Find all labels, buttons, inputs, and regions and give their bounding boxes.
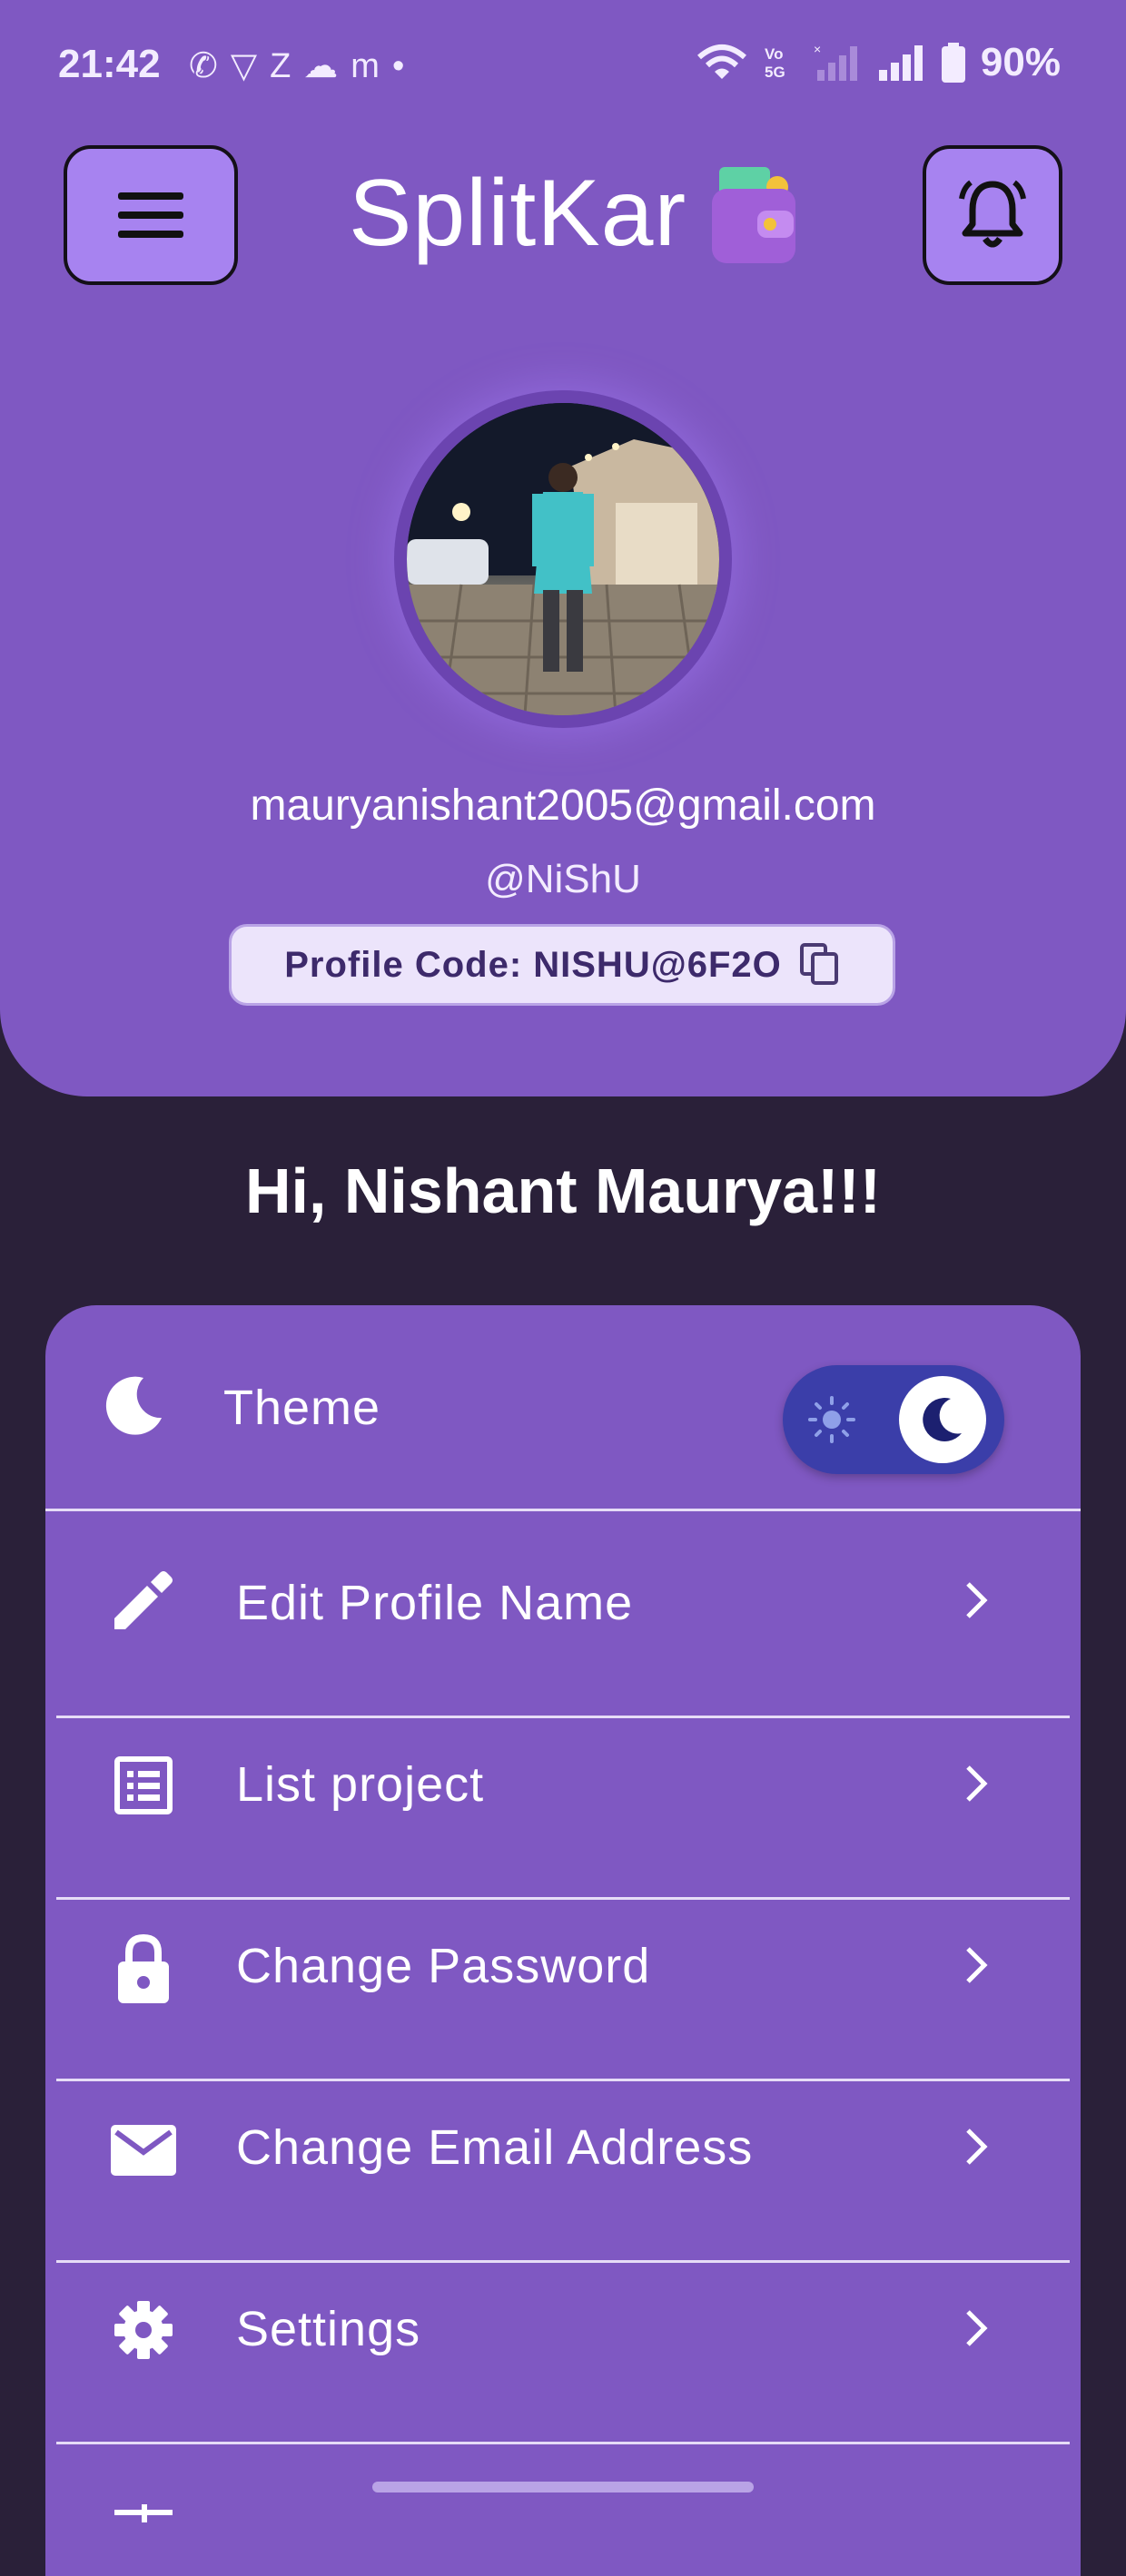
- home-indicator[interactable]: [372, 2482, 754, 2492]
- piggy-icon: ☁: [303, 47, 351, 85]
- status-bar: 21:42 ✆▽Z☁m• Vo 5G × 90%: [0, 36, 1126, 100]
- svg-text:Vo: Vo: [765, 45, 783, 63]
- chevron-right-icon: [966, 1582, 988, 1618]
- greeting-text: Hi, Nishant Maurya!!!: [244, 1155, 882, 1226]
- profile-code-text: Profile Code: NISHU@6F2O: [284, 944, 782, 985]
- wifi-icon: [696, 44, 746, 79]
- theme-toggle[interactable]: [783, 1365, 1004, 1474]
- menu-item-change-password[interactable]: Change Password: [45, 1900, 1081, 2079]
- menu-item-label: List project: [236, 1757, 485, 1812]
- hamburger-menu-icon: [118, 192, 183, 238]
- whatsapp-icon: ✆: [189, 47, 231, 85]
- signal-off-icon: ×: [814, 43, 857, 81]
- svg-text:5G: 5G: [765, 64, 785, 81]
- menu-item-label: Change Email Address: [236, 2120, 754, 2175]
- zomato-z-icon: Z: [270, 47, 304, 85]
- system-icons: Vo 5G × 90%: [696, 40, 1061, 85]
- theme-label: Theme: [223, 1381, 381, 1435]
- chevron-right-icon: [966, 2310, 988, 2346]
- notifications-button[interactable]: [923, 145, 1062, 285]
- list-icon: [114, 1756, 173, 1814]
- battery-percent: 90%: [980, 40, 1061, 84]
- toggle-knob: [899, 1376, 986, 1463]
- notification-bell-icon: [959, 180, 1026, 248]
- theme-row: Theme: [45, 1305, 1081, 1509]
- menu-item-change-email[interactable]: Change Email Address: [45, 2081, 1081, 2261]
- signal-icon: [878, 45, 923, 81]
- volte-icon: Vo 5G: [765, 45, 785, 81]
- menu-item-label: Edit Profile Name: [236, 1576, 634, 1630]
- copy-icon[interactable]: [799, 943, 840, 987]
- sun-icon: [808, 1396, 855, 1443]
- chevron-right-icon: [966, 2129, 988, 2165]
- app-title: SplitKar: [349, 161, 687, 266]
- avatar[interactable]: [407, 403, 719, 715]
- moon-icon: [105, 1376, 162, 1435]
- battery-icon: [941, 43, 965, 83]
- notification-icons: ✆▽Z☁m•: [189, 45, 417, 86]
- menu-button[interactable]: [64, 145, 238, 285]
- pencil-icon: [114, 1571, 173, 1629]
- menu-item-settings[interactable]: Settings: [45, 2263, 1081, 2443]
- menu-item-partial[interactable]: [45, 2444, 1081, 2553]
- menu-item-label: Settings: [236, 2302, 421, 2356]
- mail-icon: [111, 2125, 176, 2176]
- profile-email: mauryanishant2005@gmail.com: [250, 782, 876, 830]
- wallet-icon: [712, 167, 795, 263]
- profile-code-chip[interactable]: Profile Code: NISHU@6F2O: [229, 924, 895, 1006]
- settings-card: Theme Edit Profile Name List project Cha…: [45, 1305, 1081, 2576]
- dot-icon: •: [391, 47, 418, 85]
- vpn-shield-icon: ▽: [230, 47, 271, 85]
- chevron-right-icon: [966, 1765, 988, 1802]
- status-time: 21:42: [58, 42, 161, 86]
- menu-item-edit-profile-name[interactable]: Edit Profile Name: [45, 1511, 1081, 1691]
- menu-item-list-project[interactable]: List project: [45, 1718, 1081, 1898]
- partial-icon: [114, 2504, 173, 2522]
- gear-icon: [114, 2301, 173, 2359]
- lock-icon: [118, 1933, 169, 2003]
- profile-photo: [407, 403, 719, 715]
- profile-handle: @NiShU: [485, 857, 641, 901]
- moon-knob-icon: [923, 1398, 962, 1442]
- svg-text:×: ×: [814, 43, 821, 56]
- m-app-icon: m: [351, 47, 392, 85]
- chevron-right-icon: [966, 1947, 988, 1983]
- menu-item-label: Change Password: [236, 1939, 651, 1993]
